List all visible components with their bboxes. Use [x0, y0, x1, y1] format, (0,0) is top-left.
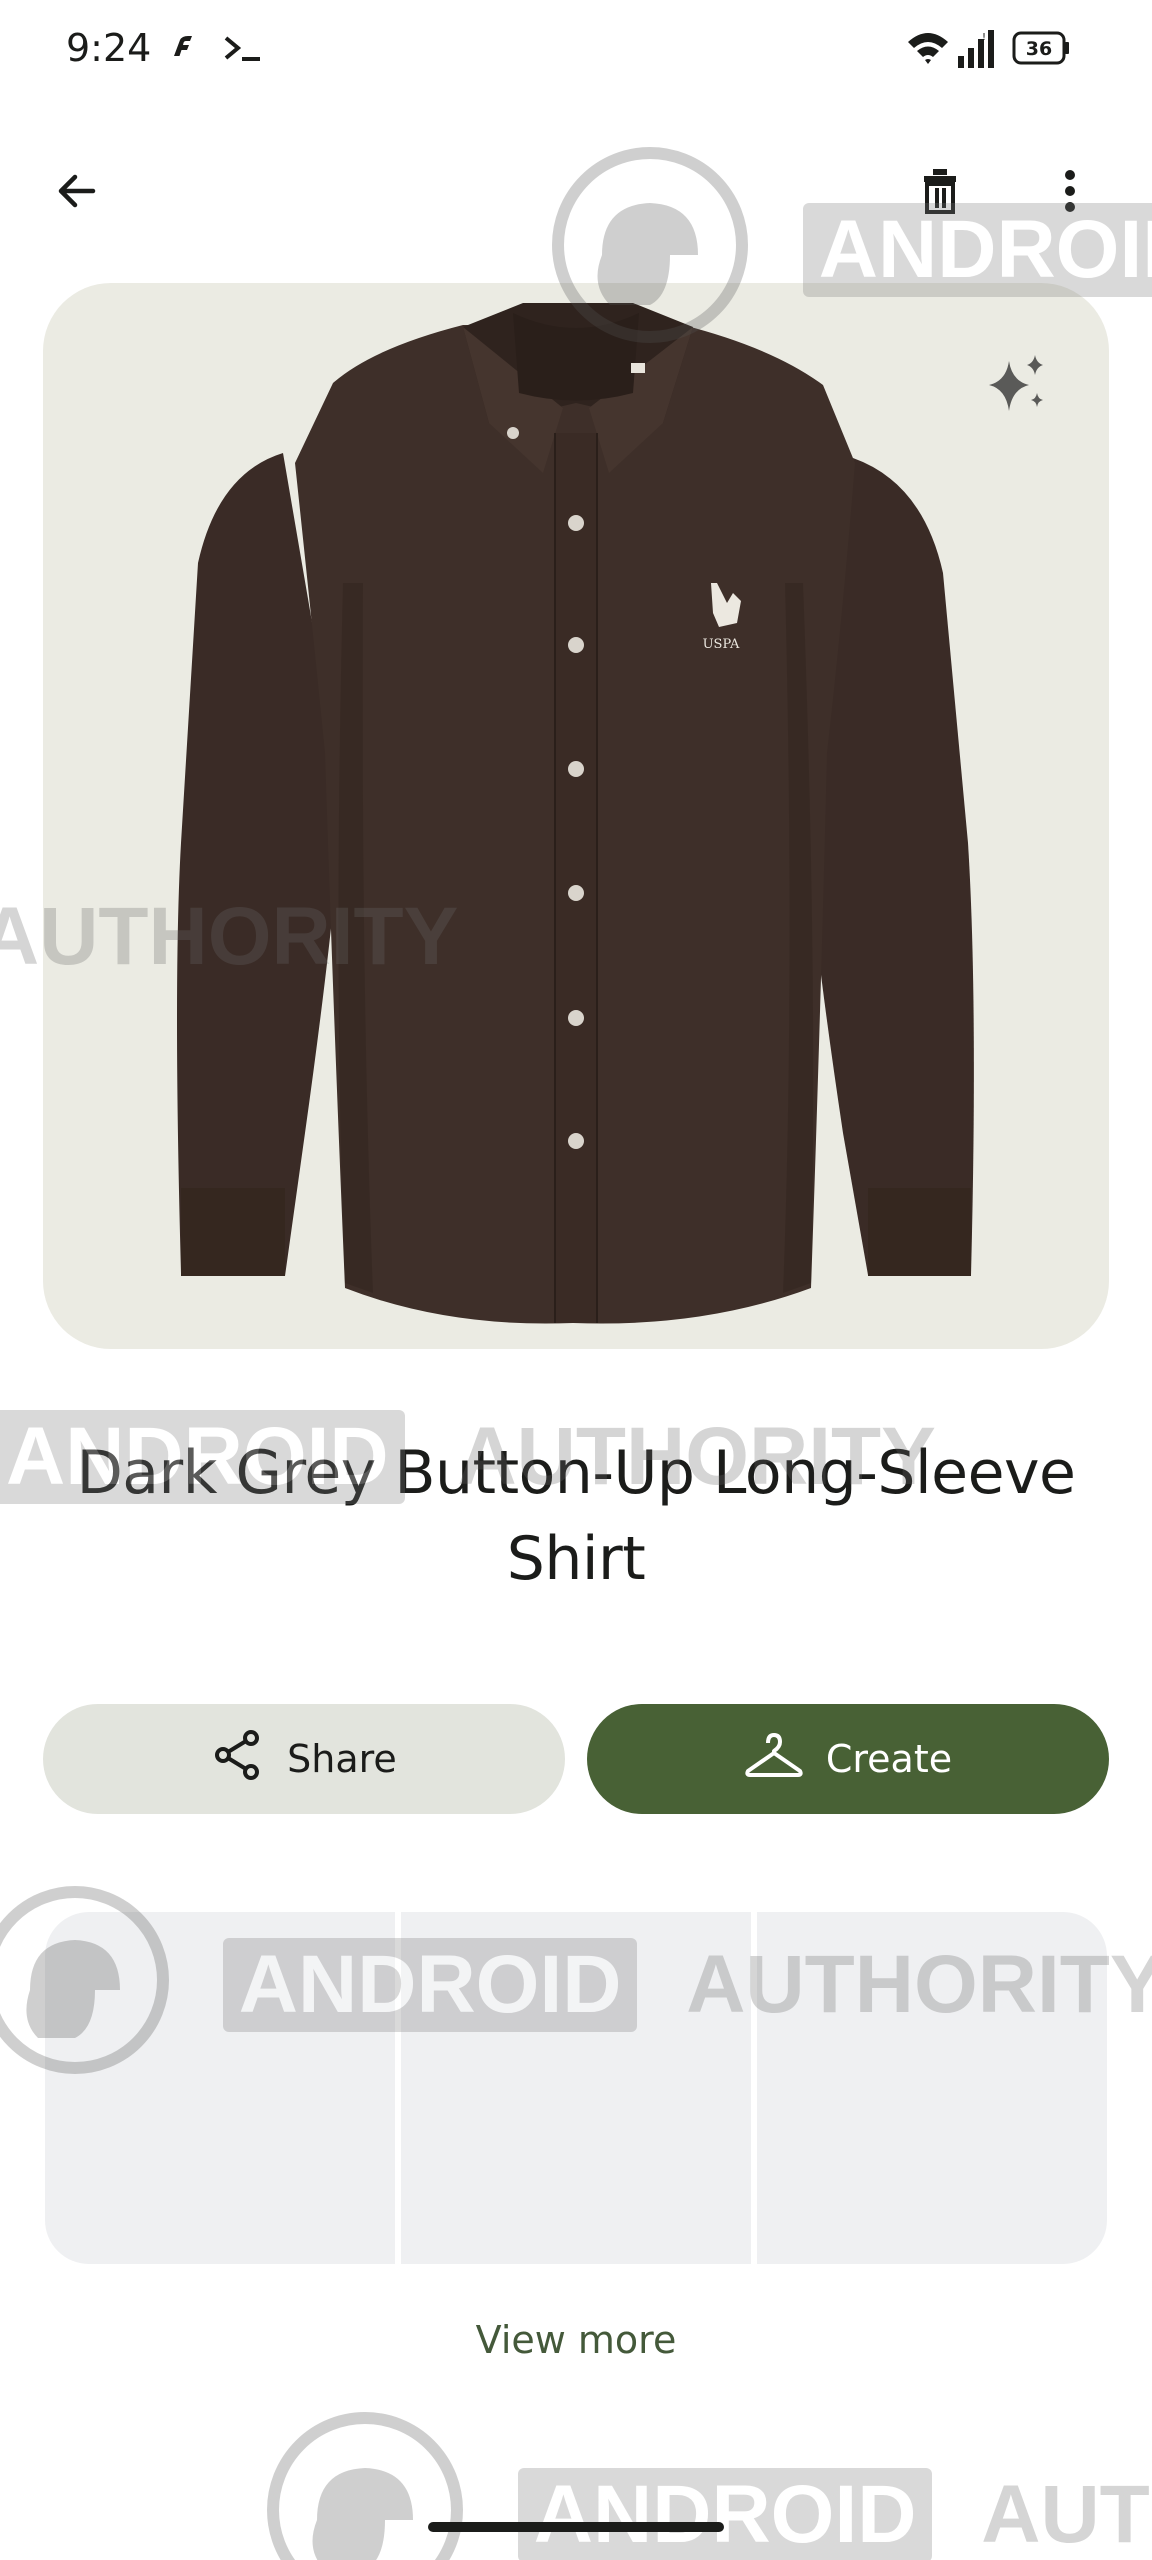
- signal-icon: !: [956, 28, 996, 75]
- product-title: Dark Grey Button-Up Long-Sleeve Shirt: [50, 1430, 1102, 1602]
- app-bar: [0, 140, 1152, 250]
- related-item-placeholder[interactable]: [45, 1912, 395, 2264]
- status-bar: 9:24 ! 36: [0, 0, 1152, 100]
- share-label: Share: [287, 1737, 397, 1781]
- share-icon: [211, 1728, 265, 1791]
- product-title-line-1: Dark Grey Button-Up Long-Sleeve: [76, 1438, 1076, 1508]
- more-vert-icon: [1062, 167, 1078, 220]
- product-image-card: USPA: [43, 283, 1109, 1349]
- battery-icon: 36: [1012, 30, 1072, 71]
- related-items-grid: [45, 1912, 1107, 2264]
- watermark-authority: AUTHORITY: [981, 2468, 1152, 2560]
- hanger-icon: [744, 1731, 804, 1788]
- arrow-back-icon: [53, 167, 101, 220]
- terminal-icon: [222, 32, 266, 71]
- sparkle-icon: [985, 353, 1051, 424]
- create-button[interactable]: Create: [587, 1704, 1109, 1814]
- create-label: Create: [825, 1737, 953, 1781]
- view-more-label: View more: [475, 2318, 677, 2362]
- related-item-placeholder[interactable]: [401, 1912, 751, 2264]
- share-button[interactable]: Share: [43, 1704, 565, 1814]
- related-item-placeholder[interactable]: [757, 1912, 1107, 2264]
- svg-text:36: 36: [1026, 38, 1052, 60]
- back-button[interactable]: [29, 145, 125, 241]
- wifi-icon: [906, 30, 950, 75]
- svg-text:!: !: [982, 32, 986, 43]
- more-options-button[interactable]: [1022, 145, 1118, 241]
- status-time: 9:24: [66, 26, 152, 70]
- delete-button[interactable]: [892, 145, 988, 241]
- svg-text:USPA: USPA: [703, 637, 740, 652]
- shirt-image: USPA: [177, 303, 974, 1324]
- watermark-android: ANDROID: [517, 2467, 933, 2560]
- android-robot-icon: [265, 2410, 465, 2560]
- product-title-line-2: Shirt: [506, 1524, 646, 1594]
- home-indicator[interactable]: [428, 2522, 724, 2532]
- watermark-bottom: ANDROID AUTHORITY: [265, 2410, 1152, 2560]
- notification-f-icon: [166, 30, 200, 69]
- trash-icon: [918, 166, 962, 221]
- view-more-link[interactable]: View more: [0, 2318, 1152, 2362]
